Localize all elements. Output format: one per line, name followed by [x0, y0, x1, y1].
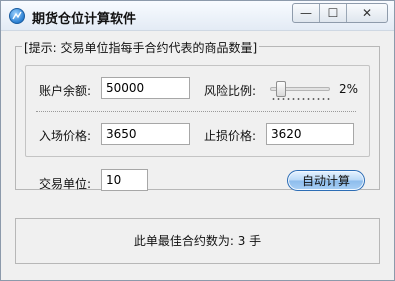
slider-ticks	[271, 98, 331, 100]
minimize-button[interactable]: —	[293, 4, 320, 22]
hint-text: [提示: 交易单位指每手合约代表的商品数量]	[22, 39, 260, 56]
entry-price-input[interactable]: 3650	[101, 123, 190, 145]
result-text: 此单最佳合约数为: 3 手	[133, 234, 262, 248]
entry-price-label: 入场价格:	[39, 129, 92, 143]
risk-ratio-value: 2%	[339, 82, 359, 96]
title-bar[interactable]: 期货仓位计算软件 — ☐ ✕	[1, 1, 394, 31]
trade-unit-input[interactable]: 10	[101, 169, 148, 191]
app-logo-icon	[9, 8, 25, 24]
risk-ratio-slider-thumb[interactable]	[276, 81, 286, 97]
account-balance-label: 账户余额:	[39, 84, 92, 98]
stop-price-input[interactable]: 3620	[266, 123, 354, 145]
close-button[interactable]: ✕	[347, 4, 387, 22]
account-balance-input[interactable]: 50000	[101, 77, 190, 99]
window-controls: — ☐ ✕	[292, 3, 388, 23]
auto-calculate-button[interactable]: 自动计算	[287, 170, 365, 191]
divider	[36, 111, 356, 112]
trade-unit-label: 交易单位:	[39, 177, 92, 191]
window-title: 期货仓位计算软件	[32, 12, 137, 27]
stop-price-label: 止损价格:	[204, 129, 257, 143]
maximize-button[interactable]: ☐	[320, 4, 347, 22]
risk-ratio-label: 风险比例:	[204, 84, 257, 98]
